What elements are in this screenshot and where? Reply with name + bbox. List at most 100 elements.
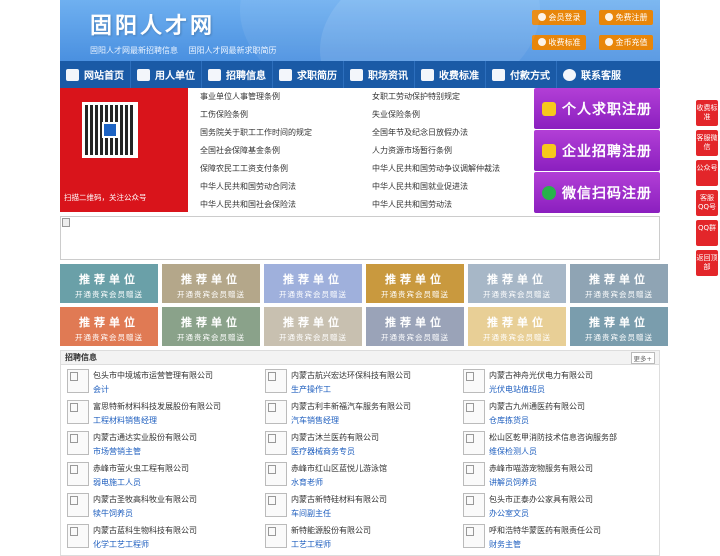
recommended-employer-slot[interactable]: 推荐单位 开通贵宾会员赠送	[366, 264, 464, 303]
company-logo-image[interactable]	[463, 369, 485, 393]
company-logo-image[interactable]	[265, 400, 287, 424]
member-login-button[interactable]: 会员登录	[532, 10, 586, 25]
position-link[interactable]: 维保检测人员	[489, 446, 659, 457]
company-logo-image[interactable]	[67, 524, 89, 548]
company-name-link[interactable]: 新特能源股份有限公司	[291, 525, 461, 536]
company-name-link[interactable]: 内蒙古航兴宏达环保科技有限公司	[291, 370, 461, 381]
company-logo-image[interactable]	[463, 462, 485, 486]
company-logo-image[interactable]	[67, 431, 89, 455]
company-name-link[interactable]: 松山区乾甲消防技术信息咨询服务部	[489, 432, 659, 443]
position-link[interactable]: 工程材料销售经理	[93, 415, 263, 426]
position-link[interactable]: 仓库拣货员	[489, 415, 659, 426]
job-seeker-register-button[interactable]: 个人求职注册	[534, 88, 660, 129]
law-link[interactable]: 国务院关于职工工作时间的规定	[194, 124, 366, 142]
position-link[interactable]: 医疗器械商务专员	[291, 446, 461, 457]
company-name-link[interactable]: 内蒙古新特硅材料有限公司	[291, 494, 461, 505]
company-name-link[interactable]: 包头市正泰办公家具有限公司	[489, 494, 659, 505]
law-link[interactable]: 中华人民共和国就业促进法	[366, 178, 538, 196]
nav-employers[interactable]: 用人单位	[131, 61, 202, 88]
recommended-employer-slot[interactable]: 推荐单位 开通贵宾会员赠送	[264, 264, 362, 303]
company-logo-image[interactable]	[265, 431, 287, 455]
law-link[interactable]: 女职工劳动保护特别规定	[366, 88, 538, 106]
side-float-button[interactable]: 公众号	[696, 160, 718, 186]
position-link[interactable]: 化学工艺工程师	[93, 539, 263, 550]
position-link[interactable]: 汽车销售经理	[291, 415, 461, 426]
wechat-register-button[interactable]: 微信扫码注册	[534, 172, 660, 213]
company-logo-image[interactable]	[265, 493, 287, 517]
site-logo-title[interactable]: 固阳人才网	[90, 8, 215, 40]
law-link[interactable]: 全国社会保障基金条例	[194, 142, 366, 160]
ad-banner[interactable]	[60, 216, 660, 260]
nav-contact[interactable]: 联系客服	[557, 61, 627, 88]
law-link[interactable]: 中华人民共和国劳动法	[366, 196, 538, 214]
company-name-link[interactable]: 赤峰市红山区蓝悦儿游泳馆	[291, 463, 461, 474]
company-name-link[interactable]: 内蒙古神舟光伏电力有限公司	[489, 370, 659, 381]
company-logo-image[interactable]	[67, 493, 89, 517]
company-name-link[interactable]: 富思特新材料科技发展股份有限公司	[93, 401, 263, 412]
company-logo-image[interactable]	[265, 524, 287, 548]
fee-standard-button[interactable]: 收费标准	[532, 35, 586, 50]
side-float-button[interactable]: 客服QQ号	[696, 190, 718, 216]
law-link[interactable]: 中华人民共和国劳动合同法	[194, 178, 366, 196]
company-name-link[interactable]: 内蒙古利丰新福汽车服务有限公司	[291, 401, 461, 412]
nav-fees[interactable]: 收费标准	[415, 61, 486, 88]
nav-news[interactable]: 职场资讯	[344, 61, 415, 88]
company-name-link[interactable]: 赤峰市喵游宠物服务有限公司	[489, 463, 659, 474]
position-link[interactable]: 财务主管	[489, 539, 659, 550]
company-name-link[interactable]: 呼和浩特华蒙医药有限责任公司	[489, 525, 659, 536]
company-logo-image[interactable]	[463, 431, 485, 455]
position-link[interactable]: 市场营销主管	[93, 446, 263, 457]
company-logo-image[interactable]	[463, 524, 485, 548]
recommended-employer-slot[interactable]: 推荐单位 开通贵宾会员赠送	[264, 307, 362, 346]
side-float-button[interactable]: 返回顶部	[696, 250, 718, 276]
recommended-employer-slot[interactable]: 推荐单位 开通贵宾会员赠送	[366, 307, 464, 346]
free-register-button[interactable]: 免费注册	[599, 10, 653, 25]
law-link[interactable]: 失业保险条例	[366, 106, 538, 124]
company-name-link[interactable]: 包头市中境城市运营管理有限公司	[93, 370, 263, 381]
nav-payment[interactable]: 付款方式	[486, 61, 557, 88]
position-link[interactable]: 讲解员饲养员	[489, 477, 659, 488]
company-name-link[interactable]: 内蒙古蓝科生物科技有限公司	[93, 525, 263, 536]
company-name-link[interactable]: 内蒙古九州通医药有限公司	[489, 401, 659, 412]
coin-recharge-button[interactable]: 金币充值	[599, 35, 653, 50]
recommended-employer-slot[interactable]: 推荐单位 开通贵宾会员赠送	[570, 307, 668, 346]
company-logo-image[interactable]	[67, 400, 89, 424]
nav-resumes[interactable]: 求职简历	[273, 61, 344, 88]
nav-jobs[interactable]: 招聘信息	[202, 61, 273, 88]
company-logo-image[interactable]	[265, 462, 287, 486]
latest-jobs-link[interactable]: 固阳人才网最新招聘信息	[90, 46, 178, 55]
company-logo-image[interactable]	[265, 369, 287, 393]
position-link[interactable]: 办公室文员	[489, 508, 659, 519]
side-float-button[interactable]: QQ群	[696, 220, 718, 246]
company-logo-image[interactable]	[67, 462, 89, 486]
position-link[interactable]: 弱电施工人员	[93, 477, 263, 488]
law-link[interactable]: 全国年节及纪念日放假办法	[366, 124, 538, 142]
position-link[interactable]: 光伏电站值班员	[489, 384, 659, 395]
recommended-employer-slot[interactable]: 推荐单位 开通贵宾会员赠送	[162, 264, 260, 303]
position-link[interactable]: 工艺工程师	[291, 539, 461, 550]
position-link[interactable]: 车间副主任	[291, 508, 461, 519]
recommended-employer-slot[interactable]: 推荐单位 开通贵宾会员赠送	[60, 307, 158, 346]
company-logo-image[interactable]	[67, 369, 89, 393]
law-link[interactable]: 事业单位人事管理条例	[194, 88, 366, 106]
law-link[interactable]: 保障农民工工资支付条例	[194, 160, 366, 178]
company-register-button[interactable]: 企业招聘注册	[534, 130, 660, 171]
company-logo-image[interactable]	[463, 493, 485, 517]
law-link[interactable]: 人力资源市场暂行条例	[366, 142, 538, 160]
latest-resumes-link[interactable]: 固阳人才网最新求职简历	[189, 46, 277, 55]
nav-home[interactable]: 网站首页	[60, 61, 131, 88]
company-logo-image[interactable]	[463, 400, 485, 424]
side-float-button[interactable]: 客服微信	[696, 130, 718, 156]
position-link[interactable]: 生产操作工	[291, 384, 461, 395]
recommended-employer-slot[interactable]: 推荐单位 开通贵宾会员赠送	[162, 307, 260, 346]
law-link[interactable]: 工伤保险条例	[194, 106, 366, 124]
company-name-link[interactable]: 赤峰市萤火虫工程有限公司	[93, 463, 263, 474]
side-float-button[interactable]: 收费标准	[696, 100, 718, 126]
law-link[interactable]: 中华人民共和国社会保险法	[194, 196, 366, 214]
position-link[interactable]: 会计	[93, 384, 263, 395]
position-link[interactable]: 水育老师	[291, 477, 461, 488]
recommended-employer-slot[interactable]: 推荐单位 开通贵宾会员赠送	[468, 264, 566, 303]
position-link[interactable]: 犊牛饲养员	[93, 508, 263, 519]
company-name-link[interactable]: 内蒙古圣牧高科牧业有限公司	[93, 494, 263, 505]
recommended-employer-slot[interactable]: 推荐单位 开通贵宾会员赠送	[570, 264, 668, 303]
